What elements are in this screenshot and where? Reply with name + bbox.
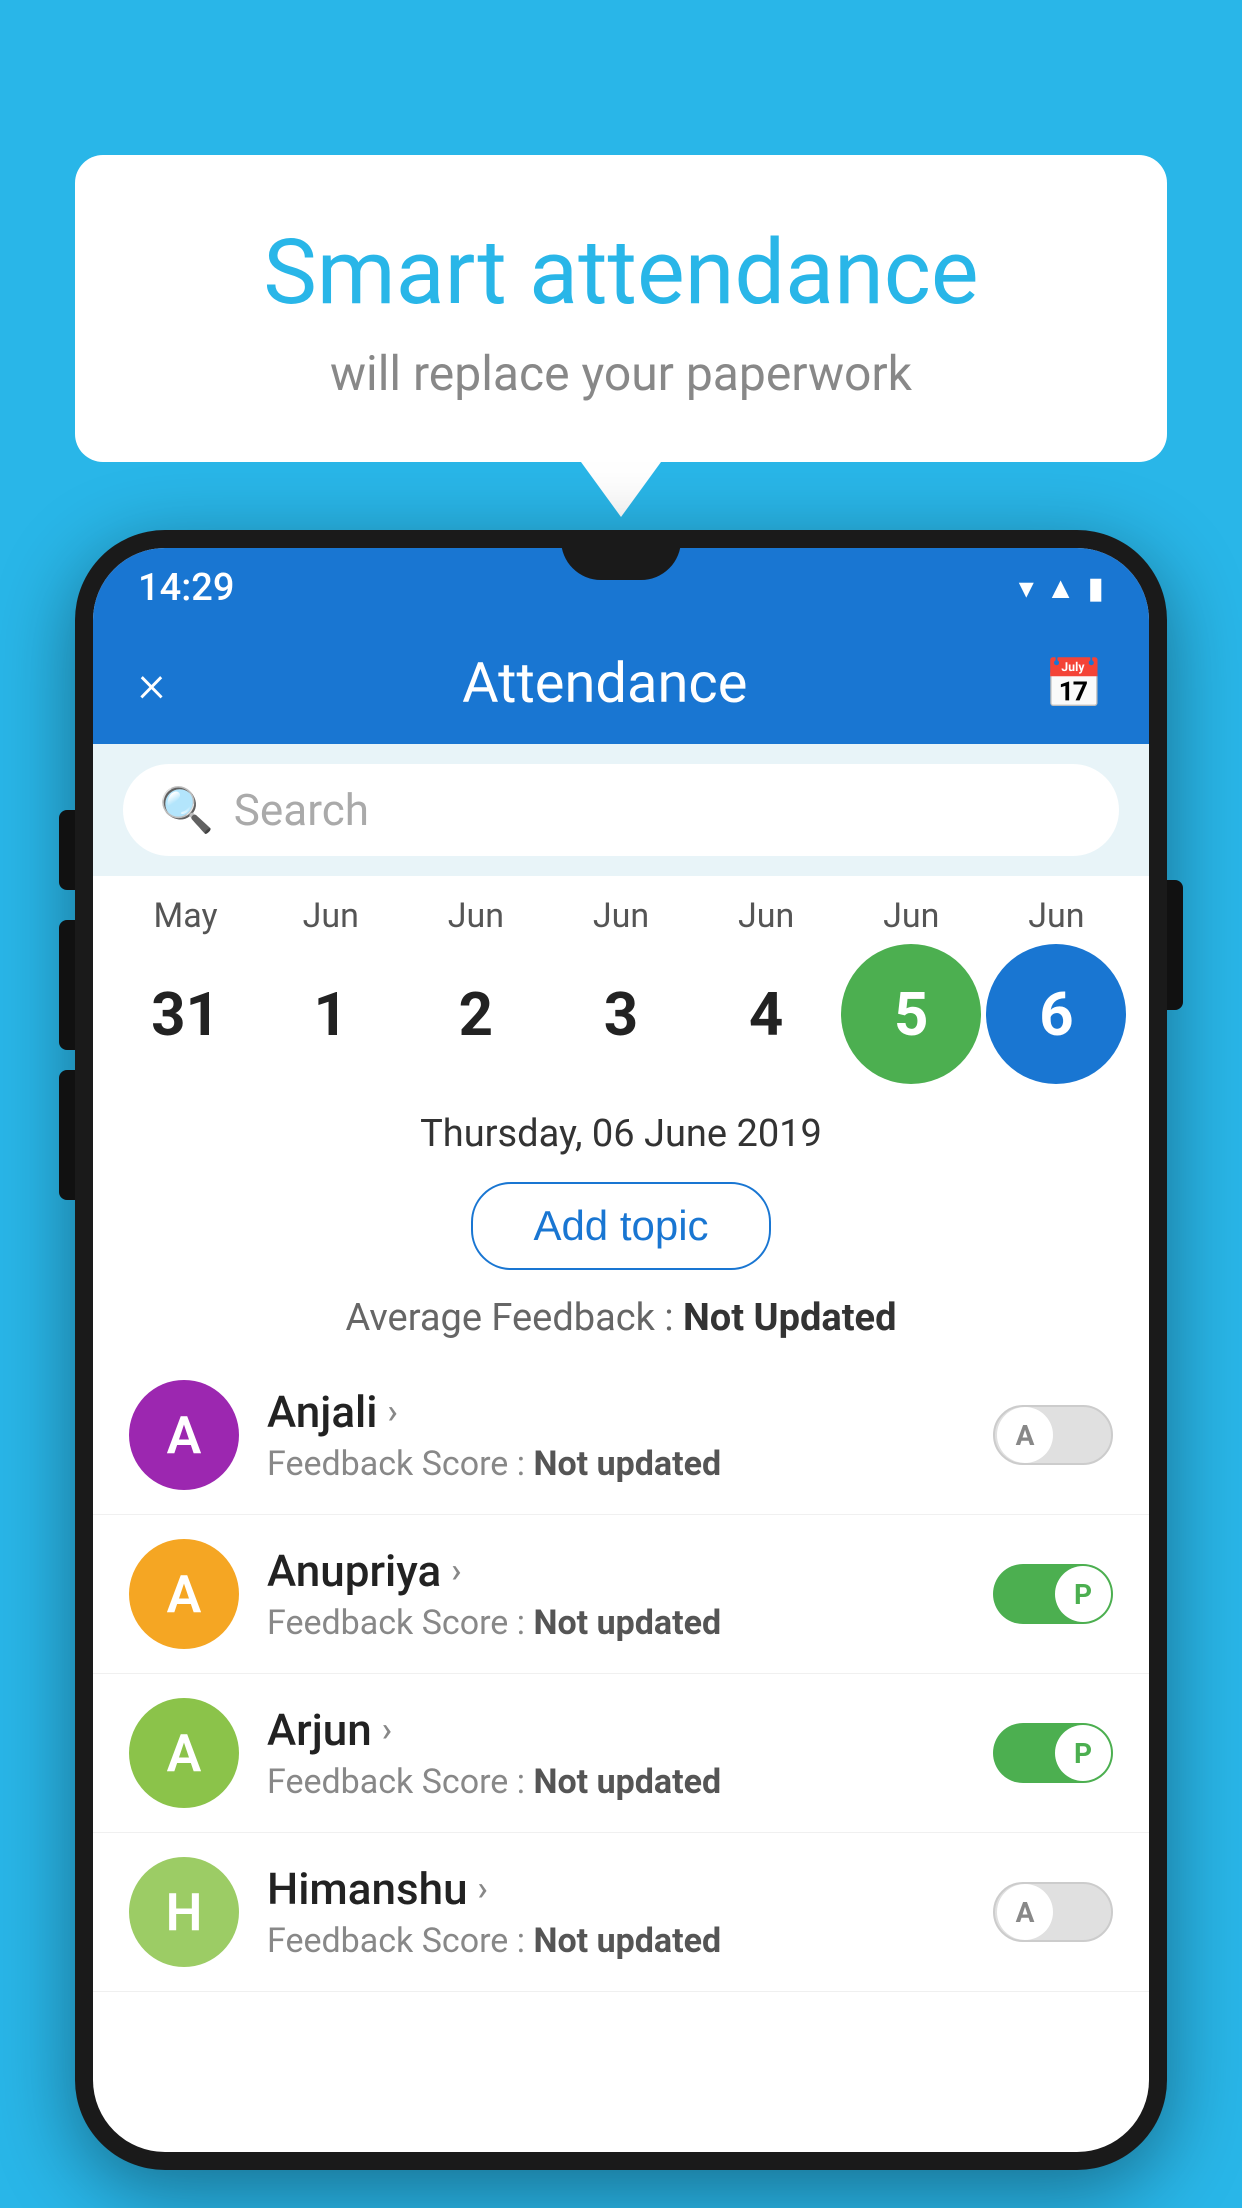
- date-1[interactable]: 1: [261, 944, 401, 1084]
- month-may: May: [116, 896, 256, 936]
- status-time: 14:29: [138, 566, 234, 610]
- date-4[interactable]: 4: [696, 944, 836, 1084]
- student-name-arjun: Arjun ›: [267, 1704, 965, 1756]
- avatar-anjali: A: [129, 1380, 239, 1490]
- toggle-anjali[interactable]: A: [993, 1405, 1113, 1465]
- chevron-icon-anjali: ›: [387, 1392, 397, 1432]
- date-row: 31 1 2 3 4 5 6: [113, 944, 1129, 1084]
- volume-up-button: [59, 920, 75, 1050]
- average-feedback: Average Feedback : Not Updated: [93, 1286, 1149, 1356]
- phone-screen: 14:29 ▾ ▲ ▮ × Attendance 📅 🔍 Search: [93, 548, 1149, 2152]
- avatar-arjun: A: [129, 1698, 239, 1808]
- student-item-arjun[interactable]: A Arjun › Feedback Score : Not updated P: [93, 1674, 1149, 1833]
- search-placeholder: Search: [234, 784, 369, 836]
- status-icons: ▾ ▲ ▮: [1019, 571, 1104, 606]
- month-jun-1: Jun: [261, 896, 401, 936]
- student-item-anjali[interactable]: A Anjali › Feedback Score : Not updated …: [93, 1356, 1149, 1515]
- avg-feedback-value: Not Updated: [683, 1296, 897, 1340]
- calendar-icon[interactable]: 📅: [1044, 655, 1104, 712]
- student-info-anupriya: Anupriya › Feedback Score : Not updated: [267, 1545, 965, 1643]
- student-name-himanshu: Himanshu ›: [267, 1863, 965, 1915]
- date-31[interactable]: 31: [116, 944, 256, 1084]
- add-topic-wrapper: Add topic: [93, 1166, 1149, 1286]
- phone-notch: [561, 530, 681, 580]
- student-item-himanshu[interactable]: H Himanshu › Feedback Score : Not update…: [93, 1833, 1149, 1992]
- power-button: [1167, 880, 1183, 1010]
- phone-outer: 14:29 ▾ ▲ ▮ × Attendance 📅 🔍 Search: [75, 530, 1167, 2170]
- attendance-toggle-anjali[interactable]: A: [993, 1405, 1113, 1465]
- month-jun-4: Jun: [696, 896, 836, 936]
- battery-icon: ▮: [1087, 571, 1104, 606]
- bubble-title: Smart attendance: [135, 220, 1107, 325]
- date-3[interactable]: 3: [551, 944, 691, 1084]
- avg-feedback-label: Average Feedback :: [346, 1296, 683, 1340]
- student-info-himanshu: Himanshu › Feedback Score : Not updated: [267, 1863, 965, 1961]
- phone-mockup: 14:29 ▾ ▲ ▮ × Attendance 📅 🔍 Search: [75, 530, 1167, 2208]
- close-button[interactable]: ×: [138, 653, 165, 714]
- chevron-icon-himanshu: ›: [478, 1869, 488, 1909]
- chevron-icon-arjun: ›: [382, 1710, 392, 1750]
- avatar-himanshu: H: [129, 1857, 239, 1967]
- student-info-arjun: Arjun › Feedback Score : Not updated: [267, 1704, 965, 1802]
- speech-bubble-arrow: [581, 462, 661, 517]
- date-2[interactable]: 2: [406, 944, 546, 1084]
- speech-bubble: Smart attendance will replace your paper…: [75, 155, 1167, 462]
- month-jun-6: Jun: [986, 896, 1126, 936]
- feedback-himanshu: Feedback Score : Not updated: [267, 1921, 965, 1961]
- student-list: A Anjali › Feedback Score : Not updated …: [93, 1356, 1149, 2152]
- calendar-strip: May Jun Jun Jun Jun Jun Jun 31 1 2 3 4 5…: [93, 876, 1149, 1094]
- signal-icon: ▲: [1046, 571, 1076, 606]
- toggle-knob-himanshu: A: [997, 1884, 1053, 1940]
- avatar-anupriya: A: [129, 1539, 239, 1649]
- attendance-toggle-arjun[interactable]: P: [993, 1723, 1113, 1783]
- app-title: Attendance: [462, 650, 747, 716]
- search-bar-wrapper: 🔍 Search: [93, 744, 1149, 876]
- chevron-icon-anupriya: ›: [451, 1551, 461, 1591]
- search-bar[interactable]: 🔍 Search: [123, 764, 1119, 856]
- feedback-anjali: Feedback Score : Not updated: [267, 1444, 965, 1484]
- month-jun-2: Jun: [406, 896, 546, 936]
- attendance-toggle-anupriya[interactable]: P: [993, 1564, 1113, 1624]
- toggle-anupriya[interactable]: P: [993, 1564, 1113, 1624]
- selected-date-header: Thursday, 06 June 2019: [93, 1094, 1149, 1166]
- speech-bubble-section: Smart attendance will replace your paper…: [75, 155, 1167, 517]
- feedback-anupriya: Feedback Score : Not updated: [267, 1603, 965, 1643]
- search-icon: 🔍: [159, 784, 214, 836]
- date-6-selected[interactable]: 6: [986, 944, 1126, 1084]
- month-jun-5: Jun: [841, 896, 981, 936]
- add-topic-button[interactable]: Add topic: [471, 1182, 770, 1270]
- toggle-knob-anjali: A: [997, 1407, 1053, 1463]
- volume-mute-button: [59, 810, 75, 890]
- wifi-icon: ▾: [1019, 571, 1034, 606]
- month-jun-3: Jun: [551, 896, 691, 936]
- date-5-today[interactable]: 5: [841, 944, 981, 1084]
- toggle-knob-anupriya: P: [1055, 1566, 1111, 1622]
- student-item-anupriya[interactable]: A Anupriya › Feedback Score : Not update…: [93, 1515, 1149, 1674]
- toggle-knob-arjun: P: [1055, 1725, 1111, 1781]
- feedback-arjun: Feedback Score : Not updated: [267, 1762, 965, 1802]
- volume-down-button: [59, 1070, 75, 1200]
- toggle-himanshu[interactable]: A: [993, 1882, 1113, 1942]
- student-name-anjali: Anjali ›: [267, 1386, 965, 1438]
- app-header: × Attendance 📅: [93, 622, 1149, 744]
- student-name-anupriya: Anupriya ›: [267, 1545, 965, 1597]
- toggle-arjun[interactable]: P: [993, 1723, 1113, 1783]
- month-row: May Jun Jun Jun Jun Jun Jun: [113, 896, 1129, 936]
- attendance-toggle-himanshu[interactable]: A: [993, 1882, 1113, 1942]
- student-info-anjali: Anjali › Feedback Score : Not updated: [267, 1386, 965, 1484]
- bubble-subtitle: will replace your paperwork: [135, 345, 1107, 402]
